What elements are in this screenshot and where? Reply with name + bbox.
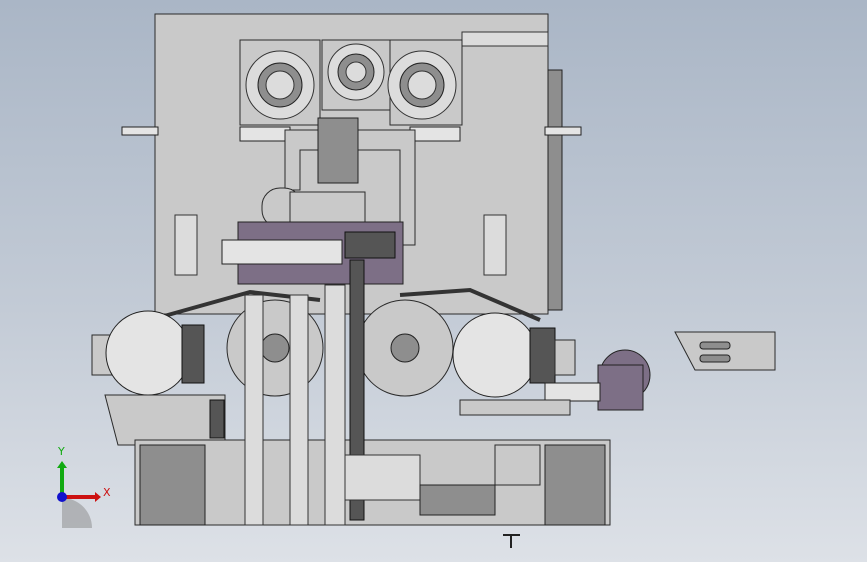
detached-bracket xyxy=(674,331,776,371)
right-pin xyxy=(544,126,582,136)
lower-sprocket-unit xyxy=(344,454,421,501)
chain-sprocket-set xyxy=(344,231,396,259)
y-axis-label: Y xyxy=(57,445,65,458)
cad-viewport[interactable]: X Y xyxy=(0,0,867,562)
right-side-rail xyxy=(547,69,563,311)
right-motor-base xyxy=(459,399,571,416)
z-axis-dot xyxy=(57,492,67,502)
x-axis-label: X xyxy=(103,486,111,499)
left-motor xyxy=(91,310,205,396)
axis-triad[interactable]: X Y xyxy=(57,445,111,528)
left-air-cylinder xyxy=(174,214,198,276)
left-motor-base xyxy=(104,394,226,446)
foot-marker xyxy=(503,534,520,548)
machine-assembly-model: X Y xyxy=(57,13,776,548)
left-pin xyxy=(121,126,159,136)
chain-tensioner xyxy=(317,117,359,184)
right-air-cylinder xyxy=(483,214,507,276)
lower-drive xyxy=(419,484,496,516)
drum-body xyxy=(289,191,366,225)
shaft-coupling xyxy=(221,239,343,265)
bearing-block xyxy=(494,444,541,486)
top-right-plate xyxy=(461,31,549,47)
